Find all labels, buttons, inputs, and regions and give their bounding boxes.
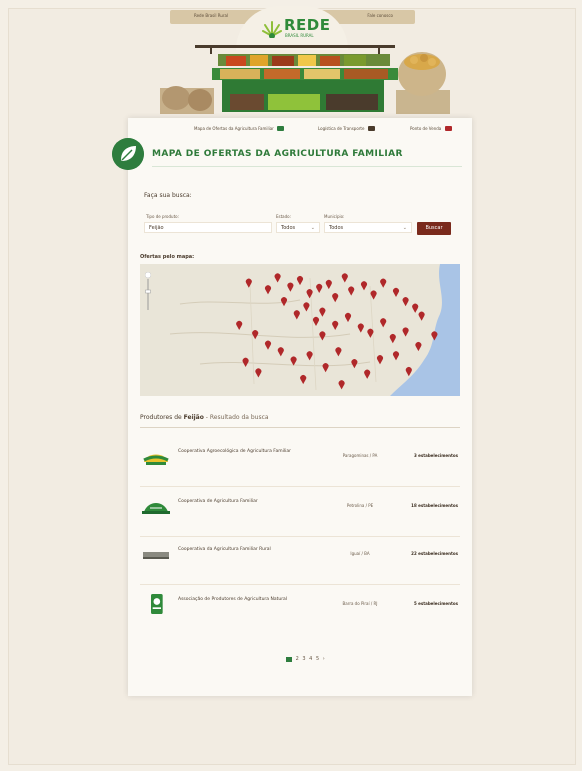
establishment-count[interactable]: 22 estabelecimentos — [398, 551, 458, 556]
results-divider — [140, 427, 460, 428]
producer-city: Petrolina / PE — [346, 503, 374, 508]
logo-subtitle: BRASIL RURAL — [285, 33, 314, 38]
producer-city: Barra do Piraí / RJ — [342, 601, 378, 606]
page-title: MAPA DE OFERTAS DA AGRICULTURA FAMILIAR — [152, 149, 403, 159]
main-card: Mapa de Ofertas da Agricultura Familiar … — [112, 118, 472, 696]
producer-city: Iguaí / BA — [350, 551, 370, 556]
page-4-button[interactable]: 4 — [309, 656, 312, 662]
city-select[interactable]: Todos ⌄ — [324, 222, 412, 233]
map-heading: Ofertas pelo mapa: — [140, 254, 195, 260]
establishment-count[interactable]: 5 estabelecimentos — [398, 601, 458, 606]
pagination: 1 2 3 4 5 › — [286, 656, 327, 664]
utility-bar: Mapa de Ofertas da Agricultura Familiar … — [128, 126, 472, 136]
result-row[interactable]: Associação de Produtores de Agricultura … — [140, 584, 460, 628]
badge-logo — [151, 594, 163, 614]
truck-icon — [367, 126, 375, 131]
map-zoom-control[interactable] — [145, 272, 151, 312]
result-row[interactable]: Cooperativa Agroecológica de Agricultura… — [140, 436, 460, 480]
sunrise-logo — [143, 454, 169, 465]
producer-name[interactable]: Cooperativa da Agricultura Familiar Rura… — [178, 546, 323, 553]
page-5-button[interactable]: 5 — [316, 656, 319, 662]
chevron-down-icon: ⌄ — [402, 225, 407, 231]
page-3-button[interactable]: 3 — [302, 656, 305, 662]
product-type-label: Tipo de produto: — [146, 214, 179, 219]
search-button[interactable]: Buscar — [417, 222, 451, 235]
product-type-input[interactable]: Feijão — [144, 222, 272, 233]
producer-name[interactable]: Associação de Produtores de Agricultura … — [178, 596, 323, 603]
sun-logo-icon — [262, 21, 282, 38]
bar-logo — [143, 552, 169, 559]
logo-wordmark[interactable]: REDE — [284, 16, 331, 34]
producer-city: Paragominas / PA — [342, 453, 378, 458]
leaf-emblem-icon — [112, 138, 144, 170]
result-row[interactable]: Cooperativa de Agricultura Familiar Petr… — [140, 486, 460, 530]
search-icon — [277, 126, 285, 131]
establishment-count[interactable]: 18 estabelecimentos — [398, 503, 458, 508]
page-2-button[interactable]: 2 — [296, 656, 299, 662]
title-divider — [152, 166, 462, 167]
offers-map[interactable] — [140, 264, 460, 396]
results-product: Feijão — [183, 414, 204, 421]
utility-link-point-of-sale[interactable]: Ponto de Venda — [410, 126, 452, 131]
header-link-left[interactable]: Rede Brasil Rural — [194, 13, 228, 18]
producer-name[interactable]: Cooperativa de Agricultura Familiar — [178, 498, 323, 505]
hill-logo — [142, 503, 170, 514]
chevron-down-icon: ⌄ — [310, 225, 315, 231]
next-page-button[interactable]: › — [323, 656, 325, 662]
header-link-right[interactable]: Fale conosco — [367, 13, 393, 18]
state-select[interactable]: Todos ⌄ — [276, 222, 320, 233]
flag-icon — [444, 126, 452, 131]
map-canvas — [140, 264, 442, 396]
search-heading: Faça sua busca: — [144, 192, 192, 199]
page-1-button[interactable]: 1 — [286, 656, 292, 663]
producer-name[interactable]: Cooperativa Agroecológica de Agricultura… — [178, 448, 323, 455]
results-heading: Produtores de Feijão - Resultado da busc… — [140, 414, 269, 421]
city-label: Município: — [324, 214, 345, 219]
establishment-count[interactable]: 3 estabelecimentos — [398, 453, 458, 458]
stall-rail — [195, 45, 395, 48]
produce-stall-illustration — [160, 52, 450, 114]
utility-link-logistics[interactable]: Logística de Transporte — [318, 126, 375, 131]
utility-link-offers-map[interactable]: Mapa de Ofertas da Agricultura Familiar — [194, 126, 285, 131]
state-label: Estado: — [276, 214, 291, 219]
result-row[interactable]: Cooperativa da Agricultura Familiar Rura… — [140, 534, 460, 578]
